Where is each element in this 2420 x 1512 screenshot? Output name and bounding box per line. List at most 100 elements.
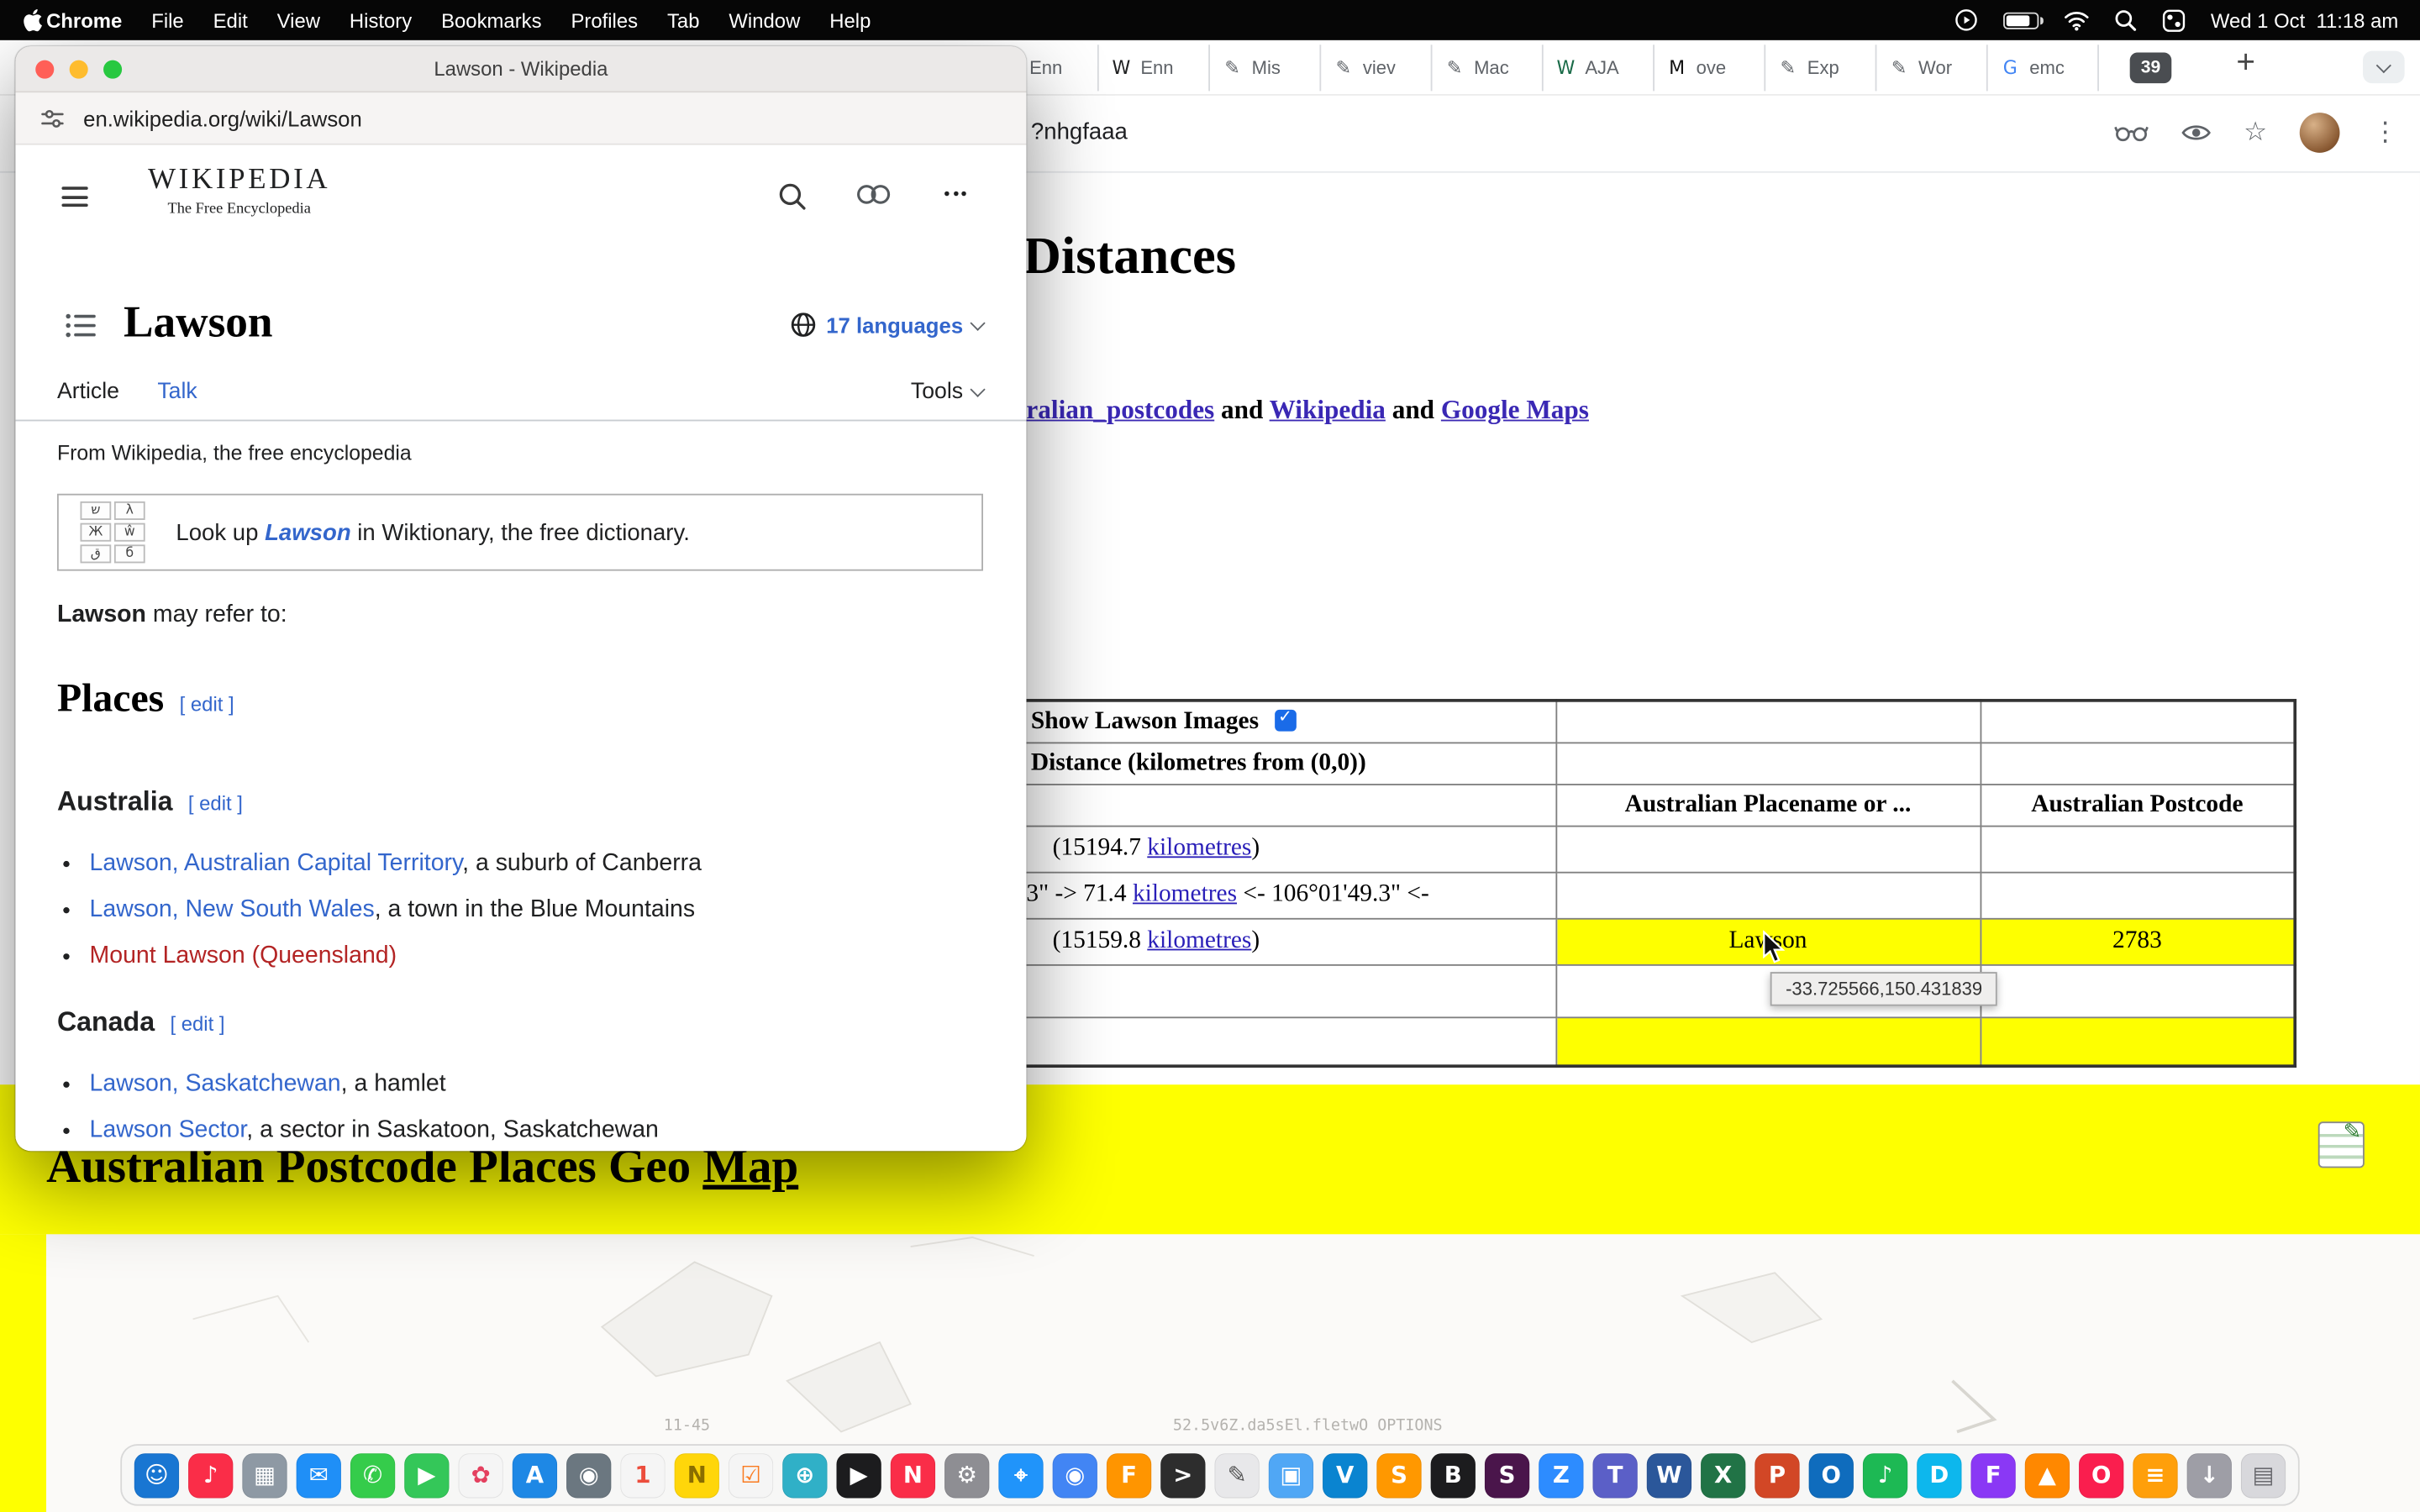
menu-item[interactable]: View [277, 8, 320, 32]
menu-item[interactable]: Chrome [46, 8, 122, 32]
dock-app[interactable]: F [1971, 1452, 2016, 1497]
window-title-bar[interactable]: Lawson - Wikipedia [15, 46, 1026, 92]
dock-app[interactable]: D [1917, 1452, 1961, 1497]
address-bar[interactable]: en.wikipedia.org/wiki/Lawson [15, 92, 1026, 144]
menu-item[interactable]: Profiles [571, 8, 638, 32]
dock-app[interactable]: ✿ [459, 1452, 503, 1497]
close-button[interactable] [35, 60, 54, 79]
search-icon[interactable] [778, 182, 808, 212]
contents-icon[interactable] [65, 312, 96, 339]
browser-tab[interactable]: ✎ Mis [1210, 45, 1321, 91]
reading-mode-icon[interactable] [2114, 122, 2148, 144]
wiktionary-lawson-link[interactable]: Lawson [265, 519, 351, 545]
menu-bar-clock[interactable]: Wed 1 Oct 11:18 am [2211, 8, 2398, 32]
dock-app[interactable]: S [1376, 1452, 1421, 1497]
minimize-button[interactable] [70, 60, 88, 79]
dock-app[interactable]: ⚙ [944, 1452, 989, 1497]
menu-item[interactable]: History [350, 8, 412, 32]
wikipedia-logo[interactable]: WIKIPEDIA The Free Encyclopedia [136, 164, 343, 218]
dock-app[interactable]: ▲ [2025, 1452, 2070, 1497]
dock-app[interactable]: ☑ [729, 1452, 773, 1497]
kilometres-link[interactable]: kilometres [1133, 881, 1237, 907]
show-images-checkbox[interactable] [1274, 709, 1296, 731]
menu-item[interactable]: File [151, 8, 183, 32]
browser-tab[interactable]: ✎ Wor [1876, 45, 1987, 91]
edit-note-icon[interactable]: ✎ [2318, 1121, 2365, 1168]
place-link[interactable]: Lawson, New South Wales [90, 896, 375, 922]
dock-app[interactable]: ♪ [1863, 1452, 1907, 1497]
browser-tab[interactable]: ✎ Exp [1765, 45, 1876, 91]
dock-app[interactable]: > [1160, 1452, 1205, 1497]
apple-menu-icon[interactable] [22, 8, 44, 32]
place-link[interactable]: Lawson, Australian Capital Territory [90, 850, 463, 876]
control-center-icon[interactable] [2163, 8, 2186, 32]
main-menu-icon[interactable] [61, 186, 87, 207]
tab-search-chevron[interactable] [2363, 51, 2405, 84]
postcodes-link[interactable]: ralian_postcodes [1026, 395, 1214, 424]
bookmark-star-icon[interactable]: ☆ [2244, 118, 2267, 149]
dock-app[interactable]: ≡ [2133, 1452, 2177, 1497]
dock-app[interactable]: ▤ [2241, 1452, 2286, 1497]
browser-tab[interactable]: ✎ Mac [1432, 45, 1543, 91]
browser-tab[interactable]: G emc [1988, 45, 2099, 91]
preview-eye-icon[interactable] [2181, 122, 2212, 144]
dock-app[interactable]: ↓ [2187, 1452, 2232, 1497]
chrome-menu-icon[interactable]: ⋮ [2372, 118, 2398, 149]
tab-counter[interactable]: 39 [2130, 52, 2172, 83]
dock-app[interactable]: O [2079, 1452, 2123, 1497]
account-icon[interactable] [855, 182, 892, 207]
site-settings-icon[interactable] [40, 106, 65, 130]
dock-app[interactable]: P [1754, 1452, 1799, 1497]
dock-app[interactable]: F [1107, 1452, 1151, 1497]
dock-app[interactable]: V [1323, 1452, 1367, 1497]
place-link[interactable]: Lawson, Saskatchewan [90, 1071, 341, 1097]
profile-avatar[interactable] [2300, 113, 2340, 153]
zoom-button[interactable] [103, 60, 122, 79]
language-selector[interactable]: 17 languages [791, 312, 983, 338]
dock-app[interactable]: Z [1539, 1452, 1583, 1497]
tab-talk[interactable]: Talk [157, 380, 197, 404]
dock-app[interactable]: ◉ [566, 1452, 611, 1497]
google-maps-link[interactable]: Google Maps [1441, 395, 1589, 424]
new-tab-button[interactable]: + [2236, 45, 2255, 81]
menu-item[interactable]: Window [729, 8, 800, 32]
tab-article[interactable]: Article [57, 380, 119, 404]
dock-app[interactable]: ✆ [350, 1452, 395, 1497]
dock-app[interactable]: B [1431, 1452, 1476, 1497]
place-link[interactable]: Lawson Sector [90, 1117, 247, 1143]
wikipedia-link[interactable]: Wikipedia [1270, 395, 1386, 424]
menu-item[interactable]: Bookmarks [441, 8, 541, 32]
dock-app[interactable]: ▶ [404, 1452, 449, 1497]
dock-app[interactable]: X [1701, 1452, 1745, 1497]
spotlight-icon[interactable] [2115, 8, 2139, 32]
dock-app[interactable]: A [513, 1452, 557, 1497]
menu-item[interactable]: Tab [667, 8, 700, 32]
dock-app[interactable]: 1 [620, 1452, 665, 1497]
dock-app[interactable]: W [1647, 1452, 1691, 1497]
dock-app[interactable]: O [1809, 1452, 1854, 1497]
address-bar-url[interactable]: ?nhgfaaa [1031, 118, 1128, 144]
more-options-icon[interactable] [944, 192, 966, 197]
dock-app[interactable]: ⊕ [782, 1452, 827, 1497]
dock-app[interactable]: N [891, 1452, 935, 1497]
wifi-icon[interactable] [2064, 10, 2090, 30]
edit-link[interactable]: [ edit ] [170, 1012, 224, 1036]
browser-tab[interactable]: M ove [1655, 45, 1765, 91]
page-url[interactable]: en.wikipedia.org/wiki/Lawson [83, 106, 362, 130]
postcode-cell[interactable]: 2783 [1981, 918, 2296, 964]
tools-menu[interactable]: Tools [911, 380, 983, 404]
edit-link[interactable]: [ edit ] [188, 791, 243, 815]
dock-app[interactable]: S [1485, 1452, 1529, 1497]
menu-item[interactable]: Edit [213, 8, 248, 32]
battery-icon[interactable] [2004, 12, 2039, 29]
dock-app[interactable]: ◉ [1053, 1452, 1097, 1497]
dock-app[interactable]: ☺ [134, 1452, 179, 1497]
dock-app[interactable]: ♪ [188, 1452, 233, 1497]
dock-app[interactable]: ▶ [837, 1452, 881, 1497]
dock-app[interactable]: ⌖ [998, 1452, 1043, 1497]
kilometres-link[interactable]: kilometres [1147, 927, 1251, 953]
place-link[interactable]: Mount Lawson (Queensland) [90, 942, 397, 969]
kilometres-link[interactable]: kilometres [1147, 835, 1251, 861]
dock-app[interactable]: N [675, 1452, 719, 1497]
browser-tab[interactable]: W Enn [1099, 45, 1210, 91]
